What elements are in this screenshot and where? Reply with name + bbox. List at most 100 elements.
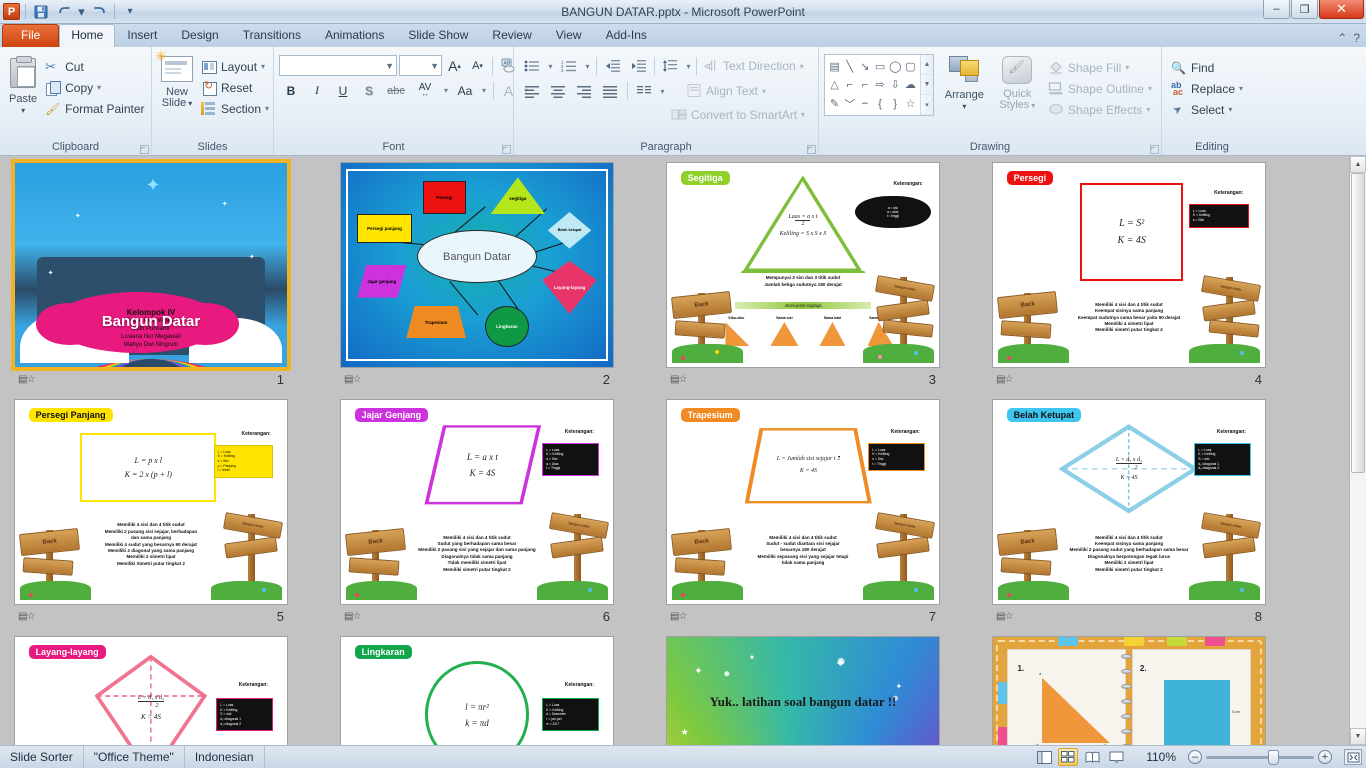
minimize-button[interactable]: –	[1263, 0, 1290, 19]
tab-insert[interactable]: Insert	[115, 24, 169, 47]
paste-dropdown-icon[interactable]: ▾	[21, 105, 25, 116]
curve-shape-icon[interactable]: ﹀	[842, 94, 857, 113]
arrow-shape-icon[interactable]: ↘	[857, 57, 872, 76]
animation-badge-icon[interactable]: ▤☆	[670, 374, 687, 385]
animation-badge-icon[interactable]: ▤☆	[18, 611, 35, 622]
triangle-shape-icon[interactable]: △	[827, 76, 842, 95]
tab-home[interactable]: Home	[59, 24, 116, 47]
rounded-rect-shape-icon[interactable]: ▢	[903, 57, 918, 76]
slide-thumbnail-6[interactable]: Jajar Genjang L = a x t K = 4S Keteranga…	[340, 399, 614, 605]
slide-thumbnail-2[interactable]: Bangun Datar Persegi segitiga Belah ketu…	[340, 162, 614, 368]
animation-badge-icon[interactable]: ▤☆	[996, 611, 1013, 622]
shapes-gallery-scrollbar[interactable]: ▲ ▼ ▾	[920, 55, 933, 115]
slideshow-view-button[interactable]	[1106, 748, 1126, 766]
slide-cell[interactable]: Lingkaran l = πr² k = πd Keterangan: L =…	[340, 636, 666, 745]
scroll-down-button[interactable]: ▼	[1350, 728, 1366, 745]
slide-cell[interactable]: 1. a b c Diketahui sebuah segitiga denga…	[992, 636, 1318, 745]
redo-icon[interactable]	[89, 2, 109, 21]
restore-button[interactable]: ❐	[1291, 0, 1318, 19]
quick-styles-dropdown-icon[interactable]: ▾	[1031, 100, 1035, 111]
grow-font-button[interactable]: A ▴	[444, 55, 465, 76]
align-left-button[interactable]	[519, 80, 545, 102]
minimize-ribbon-icon[interactable]: ⌃	[1337, 31, 1347, 45]
star-shape-icon[interactable]: ☆	[903, 94, 918, 113]
scrollbar-thumb[interactable]	[1351, 173, 1365, 473]
strikethrough-button[interactable]: abc	[383, 80, 409, 101]
replace-dropdown-icon[interactable]: ▾	[1239, 84, 1243, 93]
slide-thumbnail-11[interactable]: ✦ ✦ ✦ ✦ ★ Yuk.. latihan soal bangun data…	[666, 636, 940, 745]
slide-grid-container[interactable]: ✦ ✦ ✦ ✦ ✦ Kelompok IV Diana Puja Wijaya	[0, 156, 1349, 745]
find-button[interactable]: Find	[1167, 57, 1247, 78]
reset-button[interactable]: Reset	[197, 77, 273, 98]
section-button[interactable]: Section ▾	[197, 98, 273, 119]
numbering-button[interactable]: 123	[556, 55, 582, 77]
undo-dropdown-icon[interactable]: ▾	[77, 2, 86, 21]
change-case-dropdown-icon[interactable]: ▾	[479, 80, 489, 101]
reading-view-button[interactable]	[1082, 748, 1102, 766]
shrink-font-button[interactable]: A ▾	[467, 55, 488, 76]
slide-cell[interactable]: Layang-layang L = d₁ x d₂ 2 K = 4S Keter…	[14, 636, 340, 745]
replace-button[interactable]: Replace ▾	[1167, 78, 1247, 99]
animation-badge-icon[interactable]: ▤☆	[344, 611, 361, 622]
tab-review[interactable]: Review	[480, 24, 543, 47]
align-text-button[interactable]: Align Text ▾	[682, 81, 770, 102]
paste-button[interactable]: Paste ▾	[5, 52, 41, 118]
slide-thumbnail-4[interactable]: Persegi L = S² K = 4S Keterangan: L = Lu…	[992, 162, 1266, 368]
bold-button[interactable]: B	[279, 80, 303, 101]
decrease-indent-button[interactable]	[600, 55, 626, 77]
section-dropdown-icon[interactable]: ▾	[265, 104, 269, 113]
next-signpost[interactable]: bangun datar	[862, 269, 935, 363]
font-size-input[interactable]: ▼	[399, 55, 442, 76]
clipboard-dialog-launcher[interactable]	[140, 143, 149, 154]
animation-badge-icon[interactable]: ▤☆	[996, 374, 1013, 385]
line-shape-icon[interactable]: ╲	[842, 57, 857, 76]
change-case-button[interactable]: Aa	[453, 80, 477, 101]
down-arrow-shape-icon[interactable]: ⇩	[888, 76, 903, 95]
shape-outline-button[interactable]: Shape Outline ▾	[1044, 78, 1156, 99]
slide-thumbnail-5[interactable]: Persegi Panjang L = p x l K = 2 x (p + l…	[14, 399, 288, 605]
bullets-button[interactable]	[519, 55, 545, 77]
tab-file[interactable]: File	[2, 24, 60, 47]
columns-dropdown-icon[interactable]: ▾	[657, 80, 668, 102]
new-slide-dropdown-icon[interactable]: ▾	[188, 98, 192, 109]
line-spacing-button[interactable]	[657, 55, 683, 77]
animation-badge-icon[interactable]: ▤☆	[18, 374, 35, 385]
shapes-gallery[interactable]: ▤ ╲ ↘ ▭ ◯ ▢ △ ⌐ ⌐ ⇨ ⇩ ☁ ✎ ﹀ ⌢ {} ☆ ▲ ▼ …	[824, 54, 934, 116]
select-dropdown-icon[interactable]: ▾	[1228, 105, 1232, 114]
oval-shape-icon[interactable]: ◯	[888, 57, 903, 76]
normal-view-button[interactable]	[1034, 748, 1054, 766]
select-button[interactable]: Select ▾	[1167, 99, 1247, 120]
theme-label[interactable]: "Office Theme"	[84, 746, 185, 768]
layout-dropdown-icon[interactable]: ▾	[261, 62, 265, 71]
copy-button[interactable]: Copy ▾	[41, 77, 148, 98]
underline-button[interactable]: U	[331, 80, 355, 101]
zoom-in-button[interactable]: +	[1318, 750, 1332, 764]
next-signpost[interactable]: bangun datar	[1188, 506, 1261, 600]
freeform-shape-icon[interactable]: ✎	[827, 94, 842, 113]
tab-design[interactable]: Design	[169, 24, 230, 47]
slide-cell[interactable]: Trapesium L = Jumlah sisi sejajar t 2 K …	[666, 399, 992, 636]
slide-thumbnail-1[interactable]: ✦ ✦ ✦ ✦ ✦ Kelompok IV Diana Puja Wijaya	[11, 159, 291, 371]
arc-shape-icon[interactable]: ⌢	[857, 94, 872, 113]
zoom-percent-label[interactable]: 110%	[1142, 750, 1176, 764]
slide-cell[interactable]: Segitiga Luas = a x t 2 Keliling = S x S…	[666, 162, 992, 399]
elbow-connector-icon[interactable]: ⌐	[842, 76, 857, 95]
slide-cell[interactable]: ✦ ✦ ✦ ✦ ★ Yuk.. latihan soal bangun data…	[666, 636, 992, 745]
slide-cell[interactable]: Bangun Datar Persegi segitiga Belah ketu…	[340, 162, 666, 399]
textbox-shape-icon[interactable]: ▤	[827, 57, 842, 76]
left-brace-icon[interactable]: {	[873, 94, 888, 113]
rectangle-shape-icon[interactable]: ▭	[873, 57, 888, 76]
shape-fill-dropdown-icon[interactable]: ▾	[1125, 63, 1129, 72]
justify-button[interactable]	[597, 80, 623, 102]
format-painter-button[interactable]: Format Painter	[41, 98, 148, 119]
back-signpost[interactable]: Back	[19, 514, 92, 600]
fit-to-window-button[interactable]	[1344, 749, 1362, 765]
back-signpost[interactable]: Back	[671, 514, 744, 600]
scroll-down-icon[interactable]: ▼	[921, 75, 933, 95]
slide-thumbnail-7[interactable]: Trapesium L = Jumlah sisi sejajar t 2 K …	[666, 399, 940, 605]
tab-transitions[interactable]: Transitions	[231, 24, 313, 47]
scroll-up-button[interactable]: ▲	[1350, 156, 1366, 173]
slide-thumbnail-3[interactable]: Segitiga Luas = a x t 2 Keliling = S x S…	[666, 162, 940, 368]
help-icon[interactable]: ?	[1353, 31, 1360, 45]
paragraph-dialog-launcher[interactable]	[807, 143, 816, 154]
